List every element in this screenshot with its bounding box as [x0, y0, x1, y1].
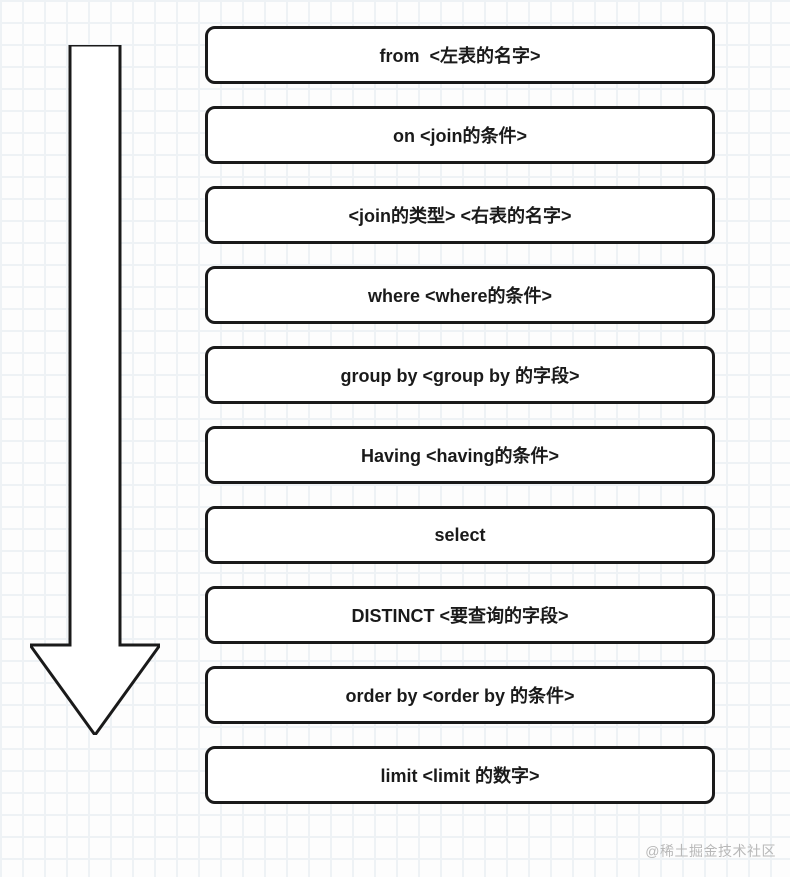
step-label: group by <group by 的字段> — [340, 362, 579, 388]
step-label: Having <having的条件> — [361, 442, 559, 468]
step-label: limit <limit 的数字> — [380, 762, 539, 788]
step-on: on <join的条件> — [205, 106, 715, 164]
step-from: from <左表的名字> — [205, 26, 715, 84]
step-order-by: order by <order by 的条件> — [205, 666, 715, 724]
step-where: where <where的条件> — [205, 266, 715, 324]
step-label: on <join的条件> — [393, 122, 527, 148]
step-label: from <左表的名字> — [379, 42, 540, 68]
flow-arrow — [30, 45, 160, 735]
step-having: Having <having的条件> — [205, 426, 715, 484]
step-label: order by <order by 的条件> — [345, 682, 574, 708]
diagram-container: from <左表的名字> on <join的条件> <join的类型> <右表的… — [0, 0, 790, 877]
step-label: DISTINCT <要查询的字段> — [351, 602, 568, 628]
step-group-by: group by <group by 的字段> — [205, 346, 715, 404]
step-select: select — [205, 506, 715, 564]
step-distinct: DISTINCT <要查询的字段> — [205, 586, 715, 644]
step-join: <join的类型> <右表的名字> — [205, 186, 715, 244]
steps-list: from <左表的名字> on <join的条件> <join的类型> <右表的… — [205, 26, 715, 804]
step-label: select — [434, 525, 485, 546]
step-label: <join的类型> <右表的名字> — [348, 202, 571, 228]
step-limit: limit <limit 的数字> — [205, 746, 715, 804]
watermark-text: @稀土掘金技术社区 — [645, 841, 776, 861]
down-arrow-icon — [30, 45, 160, 735]
step-label: where <where的条件> — [368, 282, 552, 308]
